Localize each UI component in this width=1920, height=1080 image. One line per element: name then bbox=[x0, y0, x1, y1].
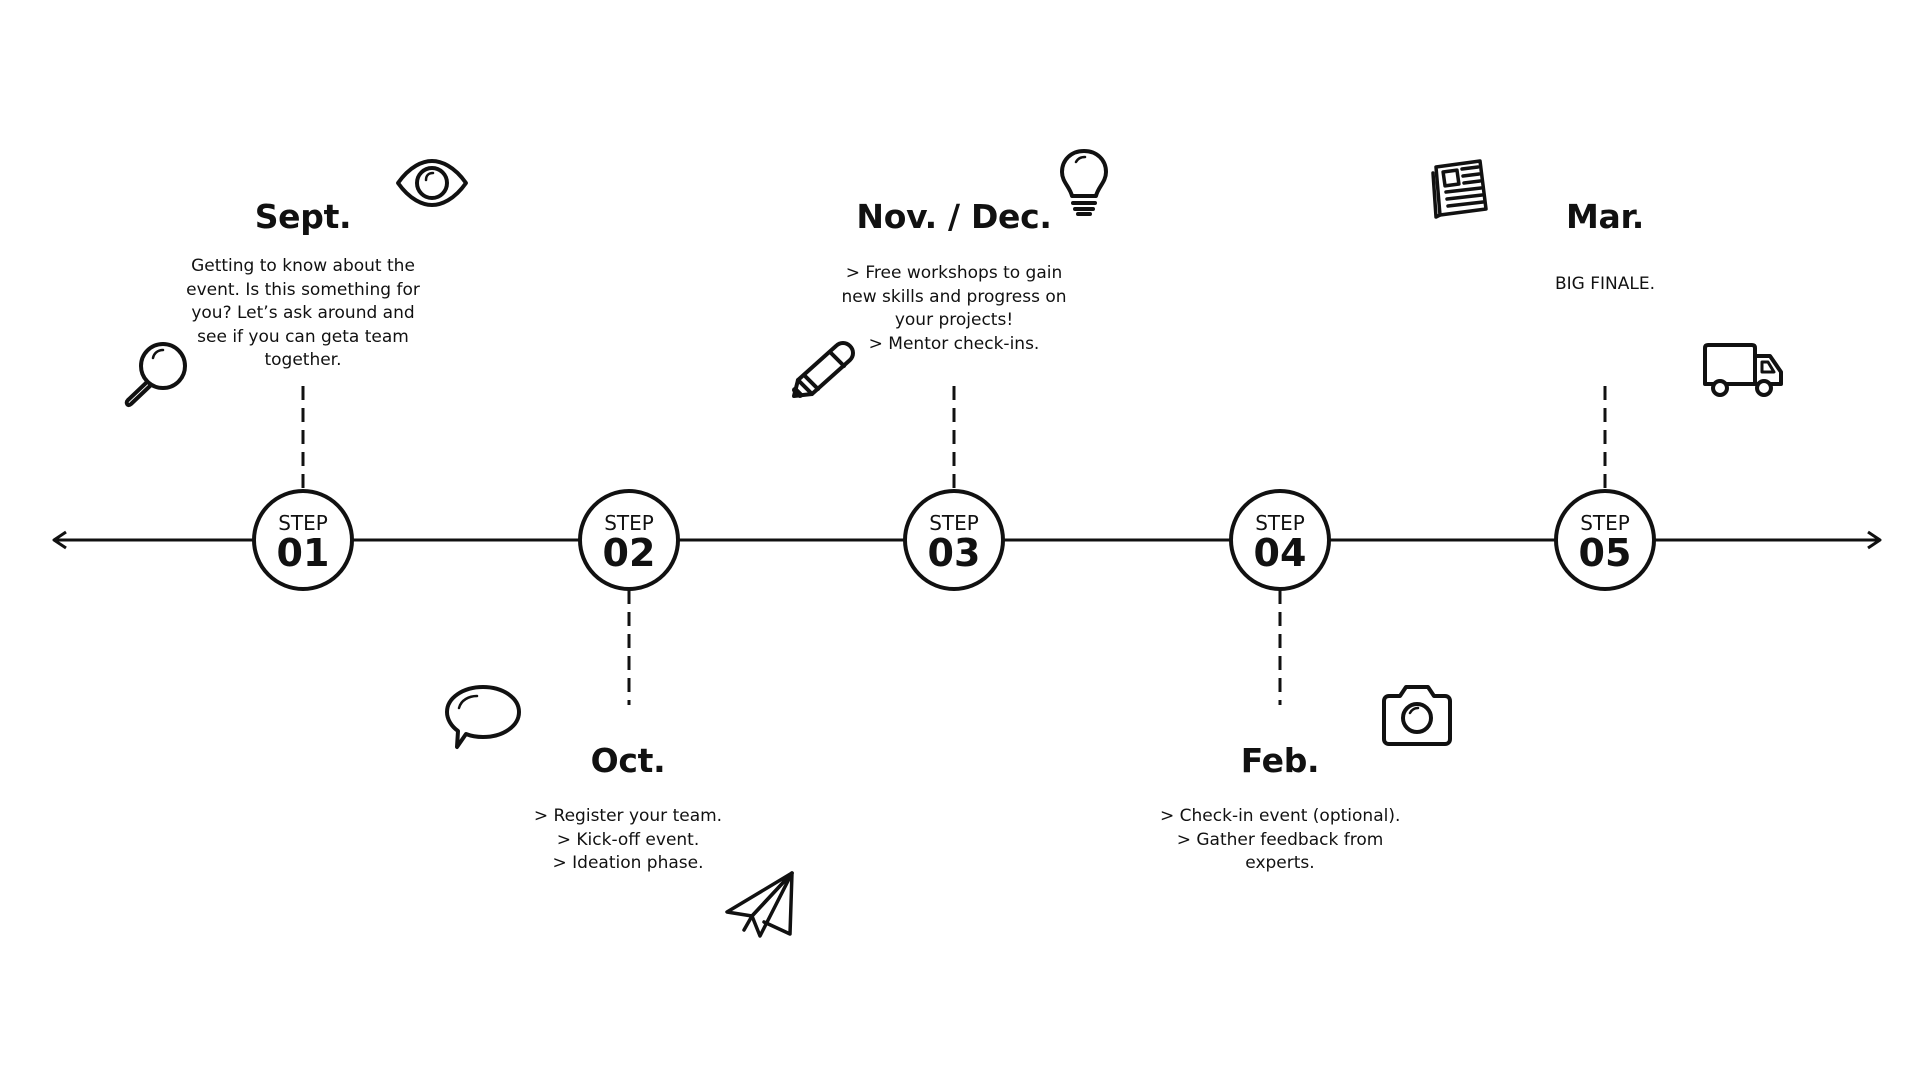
step-05-label: STEP bbox=[1580, 511, 1630, 535]
step-04-number: 04 bbox=[1253, 531, 1307, 575]
step-03-number: 03 bbox=[927, 531, 981, 575]
step-05-line: BIG FINALE. bbox=[1554, 274, 1655, 294]
step-04-label: STEP bbox=[1255, 511, 1305, 535]
step-04-line: > Check-in event (optional). bbox=[1160, 806, 1401, 826]
step-01-number: 01 bbox=[276, 531, 330, 575]
step-03-description: > Free workshops to gain new skills and … bbox=[834, 262, 1074, 356]
speech-bubble-icon bbox=[443, 683, 523, 753]
step-03-label: STEP bbox=[929, 511, 979, 535]
step-02-month: Oct. bbox=[590, 741, 666, 780]
step-02-description: > Register your team. > Kick-off event. … bbox=[508, 805, 748, 876]
pencil-icon bbox=[790, 340, 856, 400]
step-05-description: BIG FINALE. bbox=[1485, 273, 1725, 297]
step-01-line: see if you can geta team bbox=[197, 326, 409, 347]
step-01-line: event. Is this something for bbox=[186, 279, 420, 300]
step-05-number: 05 bbox=[1578, 531, 1632, 575]
step-02-line: > Kick-off event. bbox=[556, 829, 700, 850]
step-01-description: Getting to know about the event. Is this… bbox=[183, 255, 423, 373]
step-05-badge: STEP 05 bbox=[1554, 489, 1656, 591]
step-02-line: > Register your team. bbox=[533, 806, 723, 826]
step-04-line: experts. bbox=[1245, 853, 1315, 873]
step-03-badge: STEP 03 bbox=[903, 489, 1005, 591]
eye-icon bbox=[395, 158, 469, 208]
step-01-badge: STEP 01 bbox=[252, 489, 354, 591]
step-02-line: > Ideation phase. bbox=[552, 853, 704, 873]
truck-icon bbox=[1702, 342, 1784, 400]
step-03-line: new skills and progress on bbox=[841, 286, 1067, 307]
newspaper-icon bbox=[1430, 155, 1490, 219]
lightbulb-icon bbox=[1058, 148, 1110, 218]
step-03-line: > Mentor check-ins. bbox=[868, 333, 1040, 354]
step-02-badge: STEP 02 bbox=[578, 489, 680, 591]
step-04-line: > Gather feedback from bbox=[1176, 829, 1384, 850]
step-02-label: STEP bbox=[604, 511, 654, 535]
step-05-month: Mar. bbox=[1565, 197, 1644, 236]
step-03-line: > Free workshops to gain bbox=[845, 263, 1063, 283]
step-03-line: your projects! bbox=[894, 310, 1014, 330]
magnifier-icon bbox=[120, 340, 192, 410]
step-01-line: you? Let’s ask around and bbox=[191, 303, 415, 323]
timeline-diagram: Sept. Getting to know about the event. I… bbox=[0, 0, 1920, 1080]
step-02-number: 02 bbox=[602, 531, 656, 575]
step-01-label: STEP bbox=[278, 511, 328, 535]
step-04-description: > Check-in event (optional). > Gather fe… bbox=[1160, 805, 1400, 876]
camera-icon bbox=[1380, 683, 1454, 747]
step-04-badge: STEP 04 bbox=[1229, 489, 1331, 591]
paper-plane-icon bbox=[724, 870, 796, 940]
step-01-line: Getting to know about the bbox=[191, 256, 415, 276]
step-01-line: together. bbox=[264, 350, 342, 370]
